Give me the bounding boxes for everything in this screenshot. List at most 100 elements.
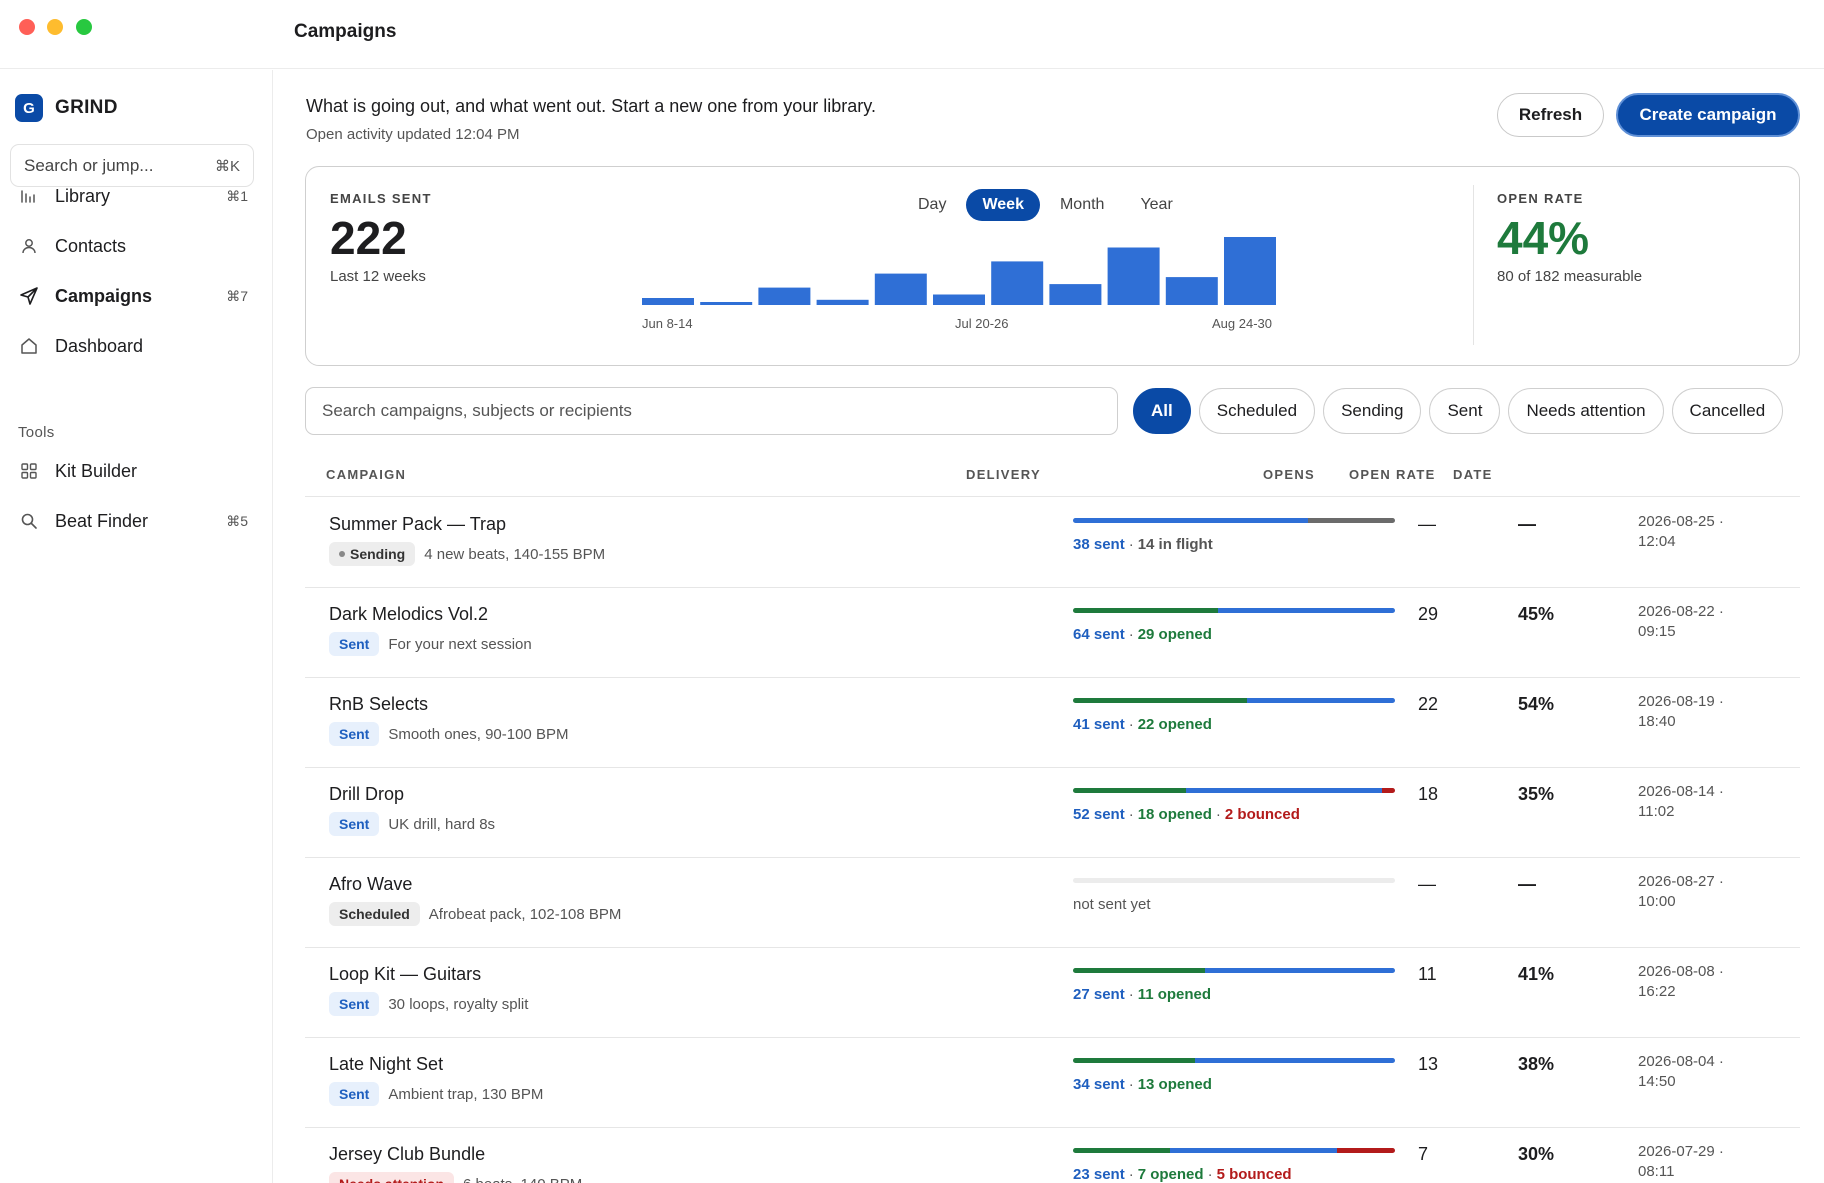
delivery-opened: 13 opened <box>1137 1076 1212 1093</box>
campaign-name[interactable]: Afro Wave <box>329 874 412 895</box>
bar-segment-opened <box>1073 1148 1170 1153</box>
refresh-button[interactable]: Refresh <box>1497 93 1604 137</box>
column-header-opens[interactable]: OPENS <box>1263 467 1315 482</box>
chart-bar[interactable] <box>991 261 1044 305</box>
table-row[interactable]: RnB Selects Sent Smooth ones, 90-100 BPM 41… <box>305 678 1800 768</box>
table-row[interactable]: Summer Pack — Trap Sending 4 new beats, 14… <box>305 498 1800 588</box>
sidebar-item-contacts[interactable]: Contacts <box>0 226 273 266</box>
home-icon <box>18 335 40 357</box>
chart-bar[interactable] <box>816 299 869 305</box>
sidebar-item-kit-builder[interactable]: Kit Builder <box>0 451 273 491</box>
campaign-date: 2026-08-08 · 16:22 <box>1638 962 1758 1002</box>
separator-dot: · <box>1128 806 1134 823</box>
table-row[interactable]: Afro Wave Scheduled Afrobeat pack, 102-108… <box>305 858 1800 948</box>
campaign-name[interactable]: RnB Selects <box>329 694 428 715</box>
open-rate-block: OPEN RATE 44% 80 of 182 measurable <box>1497 191 1642 285</box>
campaign-search-input[interactable] <box>305 387 1118 435</box>
bar-segment-opened <box>1073 788 1186 793</box>
chart-bar[interactable] <box>933 294 985 306</box>
chart-bar[interactable] <box>1165 277 1218 305</box>
delivery-summary: 23 sent · 7 opened · 5 bounced <box>1073 1166 1292 1183</box>
range-tab-week[interactable]: Week <box>966 189 1040 221</box>
filter-chip-cancelled[interactable]: Cancelled <box>1671 388 1784 434</box>
chart-bar[interactable] <box>758 287 811 305</box>
range-tab-day[interactable]: Day <box>902 189 962 221</box>
range-tab-year[interactable]: Year <box>1124 189 1188 221</box>
close-window-button[interactable] <box>19 19 35 35</box>
delivery-opened: 7 opened <box>1137 1166 1204 1183</box>
campaign-date: 2026-08-04 · 14:50 <box>1638 1052 1758 1092</box>
delivery-progress-bar <box>1073 1058 1395 1063</box>
sidebar-item-beat-finder[interactable]: Beat Finder ⌘5 <box>0 501 273 541</box>
chart-bar[interactable] <box>1224 237 1276 305</box>
table-row[interactable]: Drill Drop Sent UK drill, hard 8s 52 sent · 1… <box>305 768 1800 858</box>
delivery-sent: 27 sent <box>1073 986 1125 1003</box>
sidebar-item-label: Contacts <box>55 235 127 256</box>
delivery-sent: 52 sent <box>1073 806 1125 823</box>
delivery-summary: 41 sent · 22 opened <box>1073 716 1212 733</box>
sidebar-search-placeholder: Search or jump... <box>24 155 154 175</box>
range-tabs: Day Week Month Year <box>902 189 1189 221</box>
time-value: 10:00 <box>1638 893 1676 910</box>
bar-segment-sent <box>1217 608 1395 613</box>
delivery-none: not sent yet <box>1073 896 1151 913</box>
campaign-name[interactable]: Late Night Set <box>329 1054 443 1075</box>
window-title: Campaigns <box>294 21 397 42</box>
status-badge: Sent <box>329 722 380 746</box>
table-row[interactable]: Late Night Set Sent Ambient trap, 130 BPM 3… <box>305 1038 1800 1128</box>
sidebar-item-label: Library <box>55 185 111 206</box>
bar-segment-opened <box>1073 608 1218 613</box>
zoom-window-button[interactable] <box>76 19 92 35</box>
tools-section-label: Tools <box>18 424 55 441</box>
filter-chip-needs-attention[interactable]: Needs attention <box>1508 388 1664 434</box>
chart-bar[interactable] <box>1107 247 1160 306</box>
campaign-name[interactable]: Dark Melodics Vol.2 <box>329 604 488 625</box>
delivery-sent: 64 sent <box>1073 626 1125 643</box>
bar-segment-opened <box>1073 968 1206 973</box>
column-header-date[interactable]: DATE <box>1453 467 1493 482</box>
separator-dot: · <box>1207 1166 1213 1183</box>
campaign-name[interactable]: Drill Drop <box>329 784 404 805</box>
stats-divider <box>1473 185 1474 345</box>
brand[interactable]: G GRIND <box>15 94 118 122</box>
status-badge-label: Sent <box>339 996 370 1012</box>
table-row[interactable]: Jersey Club Bundle Needs attention 6 beats… <box>305 1128 1800 1183</box>
sidebar-item-library[interactable]: Library ⌘1 <box>0 176 273 216</box>
sidebar-item-campaigns[interactable]: Campaigns ⌘7 <box>0 276 273 316</box>
sidebar-item-dashboard[interactable]: Dashboard <box>0 326 273 366</box>
chart-bar[interactable] <box>642 298 694 305</box>
campaign-meta: Scheduled Afrobeat pack, 102-108 BPM <box>329 902 621 926</box>
status-badge: Scheduled <box>329 902 420 926</box>
bar-segment-opened <box>1073 1058 1196 1063</box>
range-tab-month[interactable]: Month <box>1044 189 1120 221</box>
create-campaign-button[interactable]: Create campaign <box>1616 93 1800 137</box>
open-rate-value: 44% <box>1497 212 1590 264</box>
chart-bar[interactable] <box>1049 284 1102 305</box>
sidebar-item-shortcut: ⌘7 <box>226 287 248 304</box>
delivery-opened: 29 opened <box>1137 626 1212 643</box>
delivery-progress-bar <box>1073 608 1395 613</box>
campaign-name[interactable]: Loop Kit — Guitars <box>329 964 481 985</box>
time-value: 08:11 <box>1638 1163 1675 1180</box>
filter-chip-sent[interactable]: Sent <box>1429 388 1501 434</box>
delivery-sent: 34 sent <box>1073 1076 1125 1093</box>
campaign-name[interactable]: Jersey Club Bundle <box>329 1144 485 1165</box>
sidebar-item-shortcut: ⌘1 <box>226 187 248 204</box>
sidebar-item-label: Beat Finder <box>55 510 149 531</box>
table-row[interactable]: Dark Melodics Vol.2 Sent For your next ses… <box>305 588 1800 678</box>
emails-sent-label: EMAILS SENT <box>330 191 432 206</box>
campaign-name[interactable]: Summer Pack — Trap <box>329 514 506 535</box>
column-header-open-rate[interactable]: OPEN RATE <box>1349 467 1436 482</box>
open-rate-measurable: 80 of 182 measurable <box>1497 268 1643 285</box>
column-header-campaign[interactable]: CAMPAIGN <box>326 467 406 482</box>
filter-chip-scheduled[interactable]: Scheduled <box>1198 388 1316 434</box>
delivery-bounced: 5 bounced <box>1216 1166 1292 1183</box>
minimize-window-button[interactable] <box>47 19 63 35</box>
column-header-delivery[interactable]: DELIVERY <box>966 467 1041 482</box>
delivery-progress-bar <box>1073 878 1395 883</box>
table-row[interactable]: Loop Kit — Guitars Sent 30 loops, royalty … <box>305 948 1800 1038</box>
filter-chip-all[interactable]: All <box>1133 388 1191 434</box>
chart-bar[interactable] <box>874 273 927 305</box>
chart-bar[interactable] <box>700 302 753 305</box>
filter-chip-sending[interactable]: Sending <box>1323 388 1422 434</box>
